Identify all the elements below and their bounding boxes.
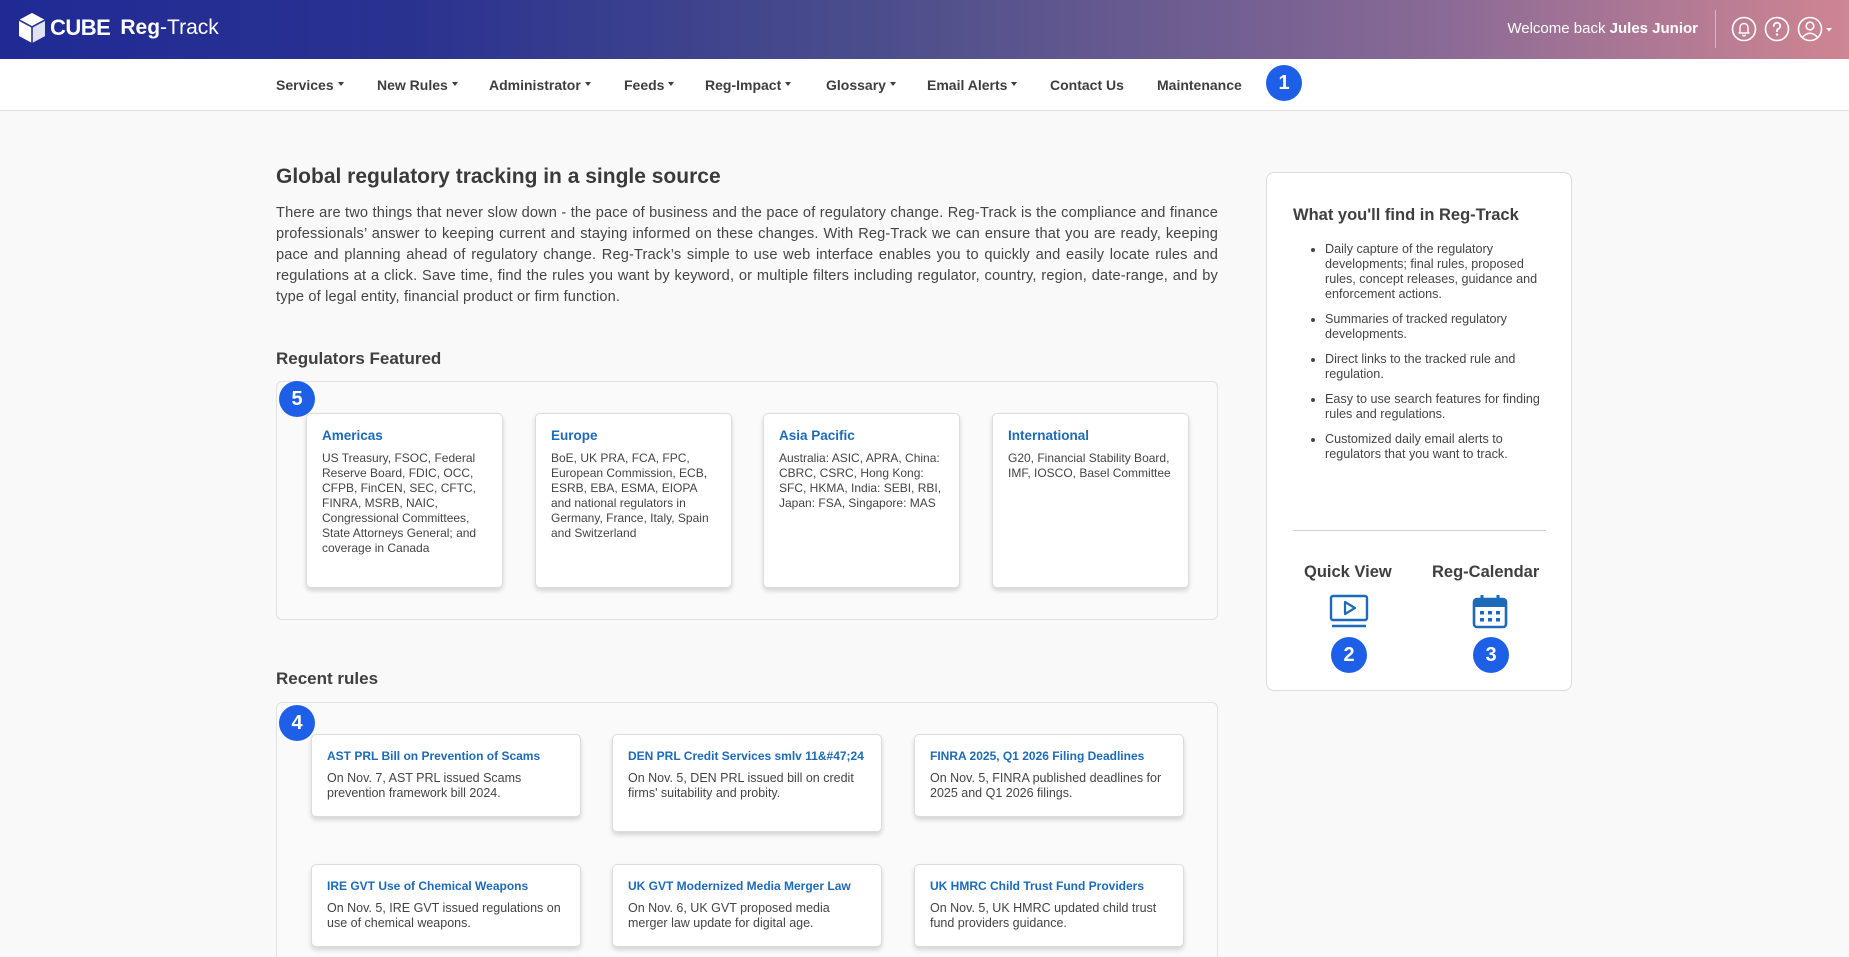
caret-down-icon: [785, 82, 792, 87]
step-badge-3: 3: [1473, 637, 1509, 673]
bell-icon[interactable]: [1731, 16, 1757, 42]
rule-card[interactable]: FINRA 2025, Q1 2026 Filing Deadlines On …: [914, 734, 1184, 817]
nav-contact-us[interactable]: Contact Us: [1050, 77, 1124, 93]
rule-summary: On Nov. 7, AST PRL issued Scams preventi…: [327, 771, 522, 800]
list-item: Direct links to the tracked rule and reg…: [1325, 352, 1550, 382]
caret-down-icon: [889, 82, 896, 87]
rule-card[interactable]: UK HMRC Child Trust Fund Providers On No…: [914, 864, 1184, 947]
rule-card[interactable]: DEN PRL Credit Services smlv 11&#47;24 O…: [612, 734, 882, 832]
list-item: Customized daily email alerts to regulat…: [1325, 432, 1550, 462]
rule-title[interactable]: UK HMRC Child Trust Fund Providers: [930, 879, 1168, 893]
rule-title[interactable]: DEN PRL Credit Services smlv 11&#47;24: [628, 749, 866, 763]
list-item: Daily capture of the regulatory developm…: [1325, 242, 1550, 302]
nav-feeds[interactable]: Feeds: [624, 77, 675, 93]
sidebar-divider: [1293, 530, 1546, 531]
user-name: Jules Junior: [1609, 20, 1698, 37]
intro-paragraph: There are two things that never slow dow…: [276, 205, 1218, 305]
regulator-card-title[interactable]: Americas: [322, 428, 487, 443]
caret-down-icon: [668, 82, 675, 87]
regulator-card-text: Australia: ASIC, APRA, China: CBRC, CSRC…: [779, 451, 942, 510]
caret-down-icon: [584, 82, 591, 87]
regulator-card-text: US Treasury, FSOC, Federal Reserve Board…: [322, 451, 477, 555]
rule-summary: On Nov. 5, IRE GVT issued regulations on…: [327, 901, 561, 930]
regulator-card-americas[interactable]: Americas US Treasury, FSOC, Federal Rese…: [306, 413, 503, 588]
nav-maintenance[interactable]: Maintenance: [1157, 77, 1242, 93]
nav-reg-impact[interactable]: Reg-Impact: [705, 77, 792, 93]
caret-down-icon: [337, 82, 344, 87]
rule-title[interactable]: AST PRL Bill on Prevention of Scams: [327, 749, 565, 763]
nav-new-rules[interactable]: New Rules: [377, 77, 458, 93]
regulator-card-text: G20, Financial Stability Board, IMF, IOS…: [1008, 451, 1171, 480]
brand-name: CUBE: [50, 15, 111, 40]
rule-summary: On Nov. 5, DEN PRL issued bill on credit…: [628, 771, 854, 800]
rule-card[interactable]: UK GVT Modernized Media Merger Law On No…: [612, 864, 882, 947]
rule-summary: On Nov. 5, FINRA published deadlines for…: [930, 771, 1162, 800]
rule-title[interactable]: IRE GVT Use of Chemical Weapons: [327, 879, 565, 893]
cube-logo-icon: [18, 13, 46, 43]
nav-services[interactable]: Services: [276, 77, 344, 93]
regulators-featured-title: Regulators Featured: [276, 349, 442, 368]
reg-calendar-label[interactable]: Reg-Calendar: [1432, 563, 1539, 582]
list-item: Summaries of tracked regulatory developm…: [1325, 312, 1550, 342]
step-badge-5: 5: [279, 381, 315, 417]
recent-rules-title: Recent rules: [276, 669, 379, 688]
header-divider: [1715, 10, 1716, 48]
regulator-card-text: BoE, UK PRA, FCA, FPC, European Commissi…: [551, 451, 709, 540]
regulator-card-europe[interactable]: Europe BoE, UK PRA, FCA, FPC, European C…: [535, 413, 732, 588]
welcome-message: Welcome back Jules Junior: [1507, 20, 1698, 37]
features-list: Daily capture of the regulatory developm…: [1325, 242, 1550, 472]
product-name: Reg-Track: [120, 16, 219, 39]
regulator-card-title[interactable]: Asia Pacific: [779, 428, 944, 443]
step-badge-4: 4: [279, 705, 315, 741]
page-title: Global regulatory tracking in a single s…: [276, 165, 721, 188]
rule-title[interactable]: UK GVT Modernized Media Merger Law: [628, 879, 866, 893]
main-nav: Services New Rules Administrator Feeds R…: [0, 59, 1849, 111]
help-icon[interactable]: [1764, 16, 1790, 42]
nav-glossary[interactable]: Glossary: [826, 77, 896, 93]
sidebar-title: What you'll find in Reg-Track: [1293, 206, 1519, 224]
quick-view-label[interactable]: Quick View: [1304, 563, 1392, 582]
step-badge-2: 2: [1331, 637, 1367, 673]
features-sidebar: What you'll find in Reg-Track Daily capt…: [1266, 172, 1572, 691]
play-video-icon[interactable]: [1329, 594, 1369, 630]
rule-summary: On Nov. 6, UK GVT proposed media merger …: [628, 901, 830, 930]
list-item: Easy to use search features for finding …: [1325, 392, 1550, 422]
regulator-card-title[interactable]: Europe: [551, 428, 716, 443]
caret-down-icon: [451, 82, 458, 87]
chevron-down-icon: [1826, 28, 1832, 32]
rule-title[interactable]: FINRA 2025, Q1 2026 Filing Deadlines: [930, 749, 1168, 763]
logo[interactable]: CUBE Reg-Track: [18, 12, 219, 44]
regulator-card-international[interactable]: International G20, Financial Stability B…: [992, 413, 1189, 588]
regulator-card-title[interactable]: International: [1008, 428, 1173, 443]
nav-administrator[interactable]: Administrator: [489, 77, 591, 93]
regulator-card-asia-pacific[interactable]: Asia Pacific Australia: ASIC, APRA, Chin…: [763, 413, 960, 588]
calendar-icon[interactable]: [1470, 594, 1510, 630]
user-icon[interactable]: [1797, 16, 1835, 42]
rule-card[interactable]: AST PRL Bill on Prevention of Scams On N…: [311, 734, 581, 817]
rule-card[interactable]: IRE GVT Use of Chemical Weapons On Nov. …: [311, 864, 581, 947]
rule-summary: On Nov. 5, UK HMRC updated child trust f…: [930, 901, 1157, 930]
step-badge-1: 1: [1266, 65, 1302, 101]
caret-down-icon: [1011, 82, 1018, 87]
top-header: CUBE Reg-Track Welcome back Jules Junior: [0, 0, 1849, 59]
nav-email-alerts[interactable]: Email Alerts: [927, 77, 1018, 93]
